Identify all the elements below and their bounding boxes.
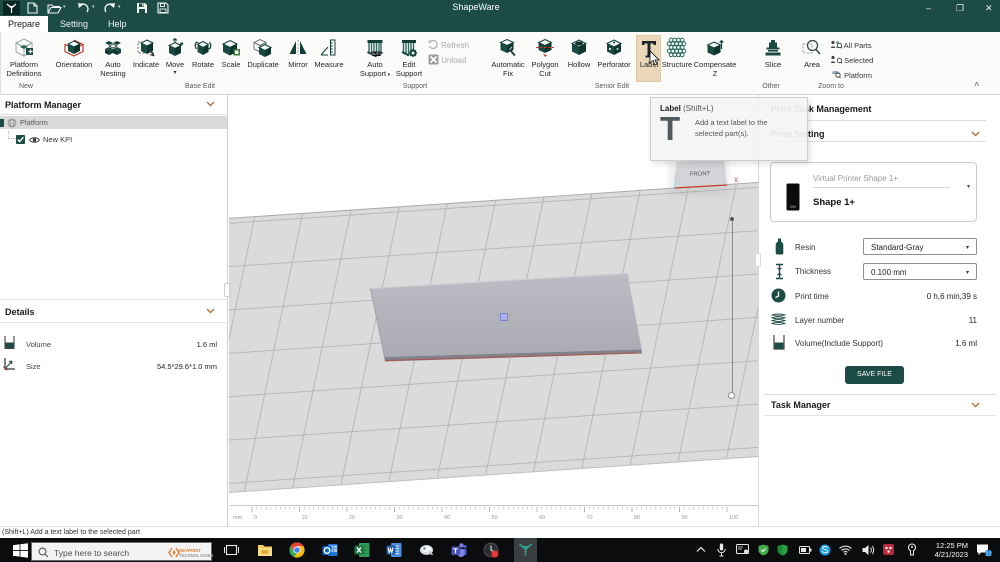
svg-text:70: 70	[587, 515, 593, 521]
svg-text:90: 90	[682, 515, 688, 521]
svg-text:30: 30	[397, 515, 403, 521]
svg-text:20: 20	[349, 515, 355, 521]
svg-text:0: 0	[254, 515, 257, 521]
svg-text:FRONT: FRONT	[690, 171, 711, 178]
svg-text:60: 60	[539, 515, 545, 521]
svg-text:10: 10	[302, 515, 308, 521]
svg-text:mm: mm	[233, 515, 243, 521]
svg-text:50: 50	[492, 515, 498, 521]
svg-text:100: 100	[729, 515, 738, 521]
svg-text:80: 80	[634, 515, 640, 521]
svg-text:AUTO: AUTO	[372, 52, 381, 56]
svg-text:22: 22	[985, 551, 991, 557]
svg-text:40: 40	[444, 515, 450, 521]
